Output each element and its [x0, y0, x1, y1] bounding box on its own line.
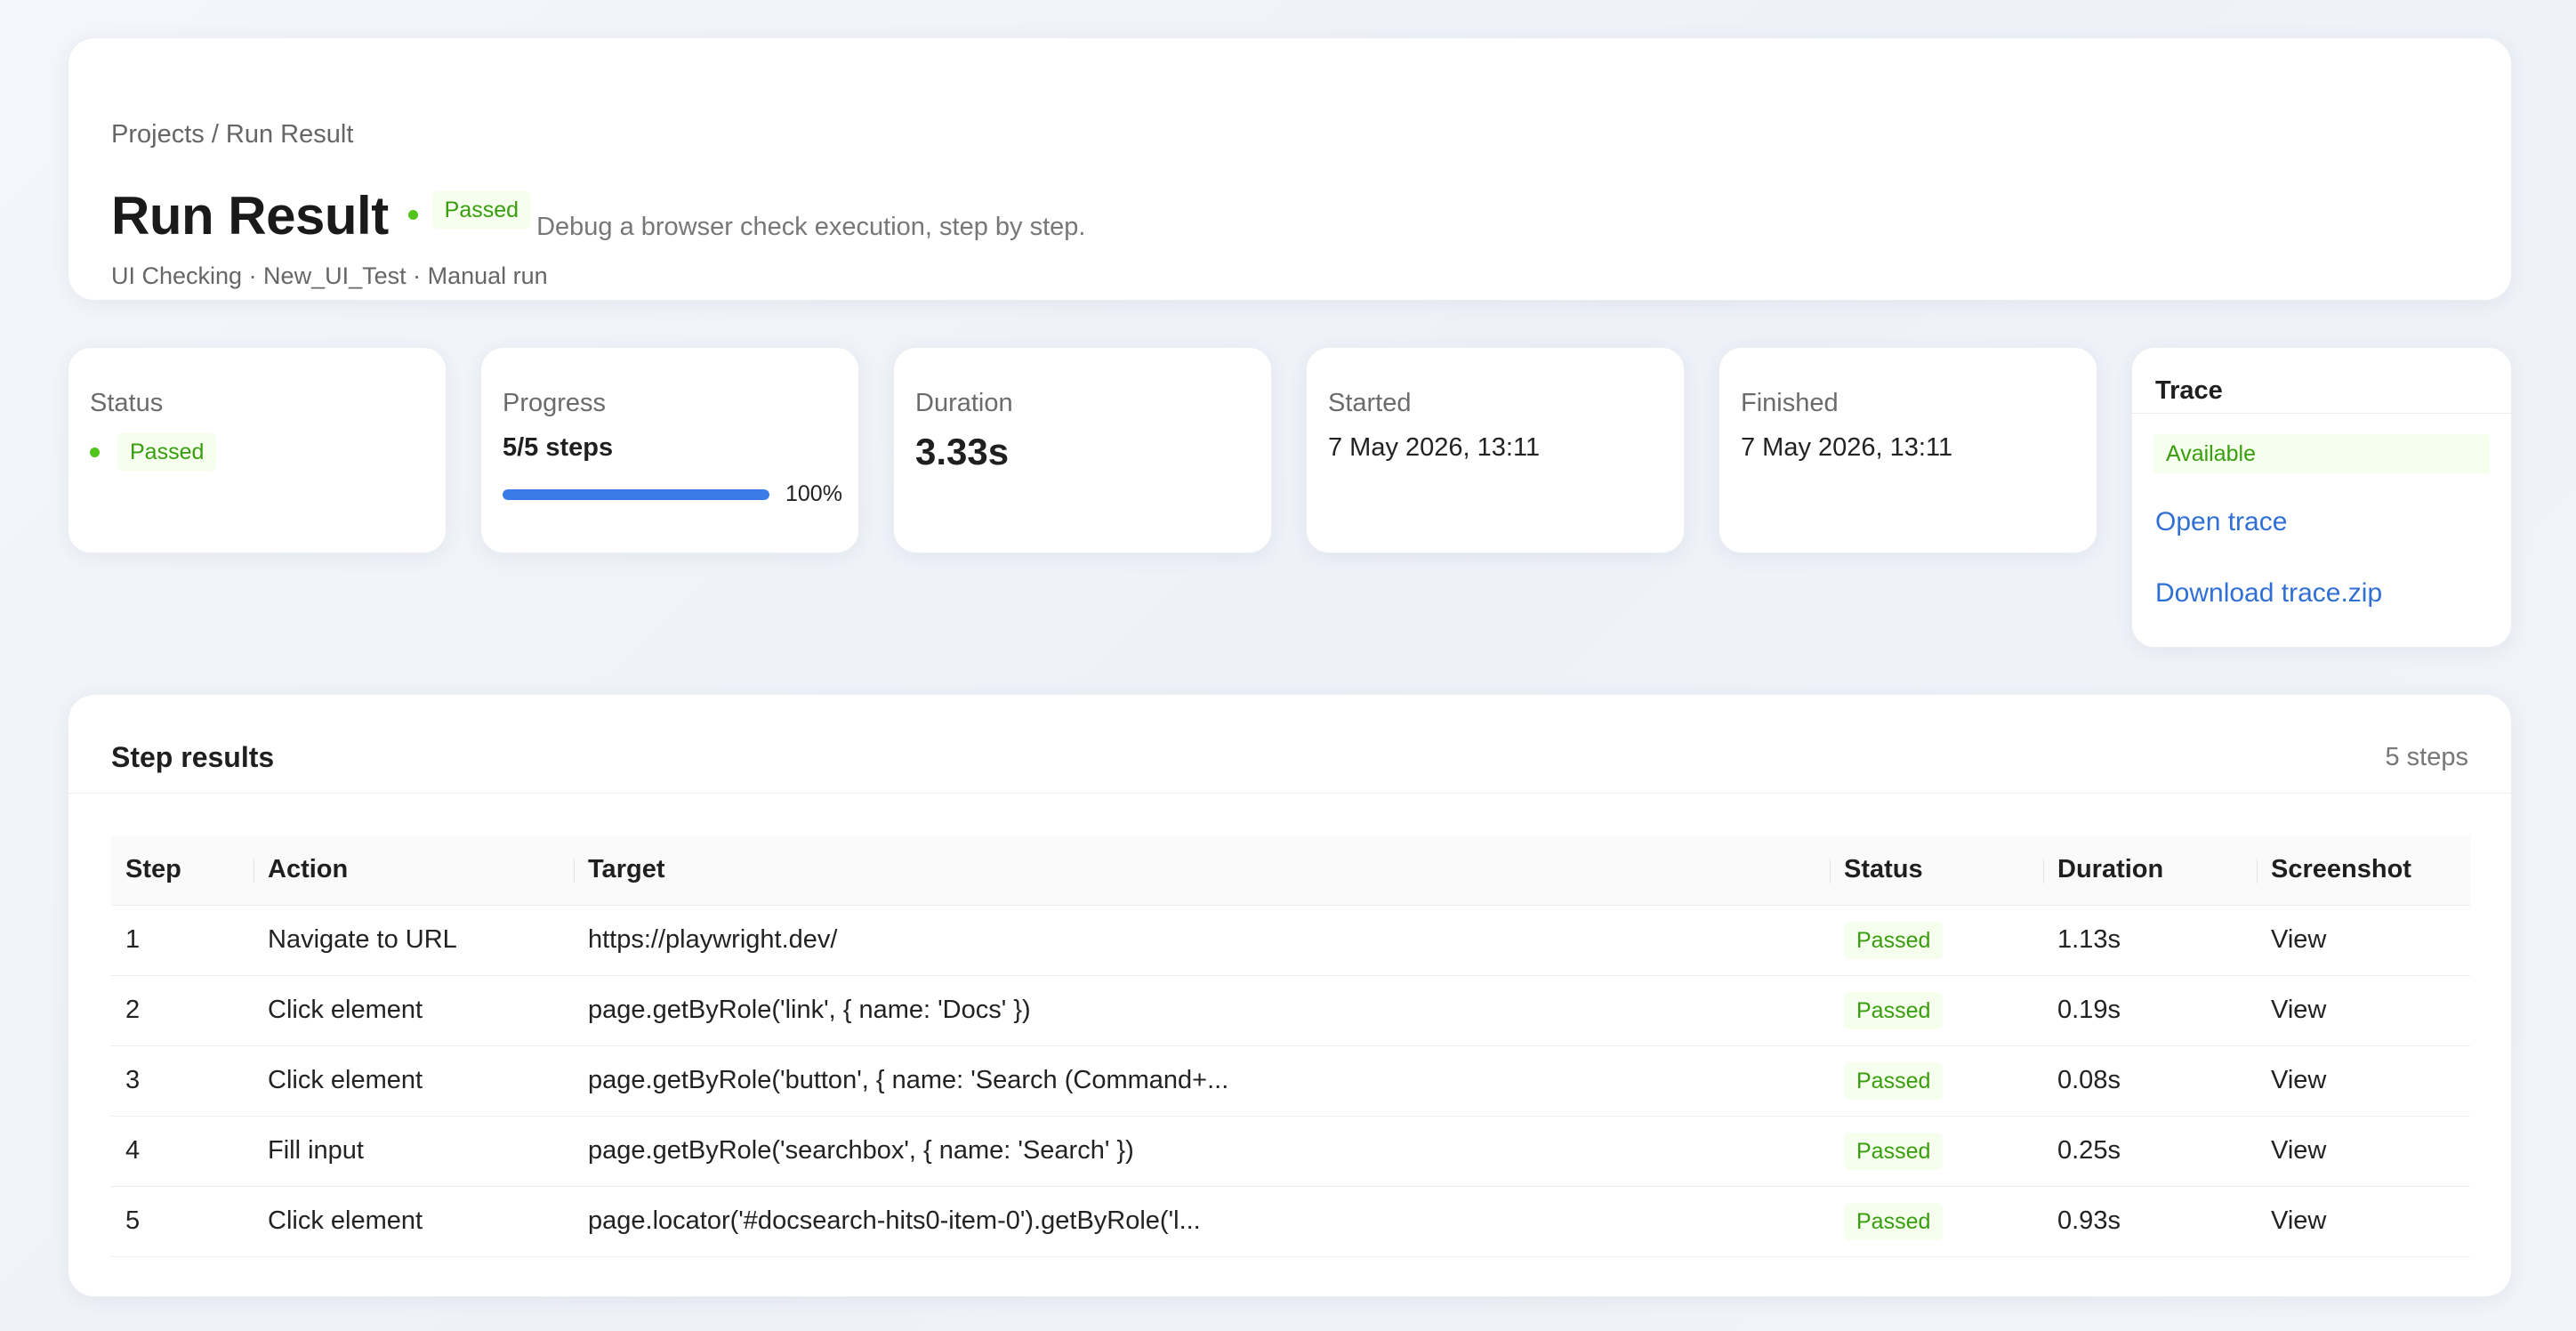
status-badge: Passed [1844, 1132, 1944, 1170]
progress-bar-fill [503, 488, 769, 500]
status-label: Status [90, 389, 164, 417]
status-badge: Passed [1844, 921, 1944, 959]
step-number: 2 [111, 975, 254, 1046]
finished-card: Finished 7 May 2026, 13:11 [1719, 347, 2097, 553]
status-row: Passed [90, 433, 217, 471]
trace-status-badge: Available [2153, 434, 2490, 473]
step-results-title: Step results [111, 741, 275, 773]
step-status-cell: Passed [1830, 905, 2043, 976]
column-header-step: Step [111, 835, 254, 906]
progress-value: 5/5 steps [503, 433, 614, 462]
step-results-divider [68, 793, 2511, 794]
column-header-target: Target [574, 835, 1830, 906]
table-row: 5 Click element page.locator('#docsearch… [111, 1186, 2470, 1257]
progress-label: Progress [503, 389, 607, 417]
step-duration: 0.19s [2043, 975, 2257, 1046]
step-target: page.getByRole('searchbox', { name: 'Sea… [574, 1116, 1830, 1187]
started-card: Started 7 May 2026, 13:11 [1306, 347, 1685, 553]
step-status-cell: Passed [1830, 1186, 2043, 1257]
status-badge: Passed [431, 191, 532, 229]
status-badge: Passed [1844, 1202, 1944, 1240]
status-dot-icon [90, 447, 100, 457]
trace-divider [2132, 413, 2511, 414]
duration-value: 3.33s [915, 431, 1010, 472]
step-results-table: Step Action Target Status Duration Scree… [111, 835, 2470, 1257]
step-number: 4 [111, 1116, 254, 1187]
step-duration: 0.93s [2043, 1186, 2257, 1257]
step-status-cell: Passed [1830, 1116, 2043, 1187]
table-header-row: Step Action Target Status Duration Scree… [111, 835, 2470, 906]
progress-card: Progress 5/5 steps 100% [480, 347, 859, 553]
download-trace-link[interactable]: Download trace.zip [2155, 580, 2382, 607]
view-screenshot-link[interactable]: View [2257, 1045, 2470, 1117]
started-label: Started [1328, 389, 1412, 417]
status-badge: Passed [1844, 1061, 1944, 1100]
started-value: 7 May 2026, 13:11 [1328, 433, 1541, 462]
table-row: 1 Navigate to URL https://playwright.dev… [111, 905, 2470, 976]
step-number: 1 [111, 905, 254, 976]
view-screenshot-link[interactable]: View [2257, 975, 2470, 1046]
status-dot-icon [407, 209, 418, 220]
view-screenshot-link[interactable]: View [2257, 1116, 2470, 1187]
finished-label: Finished [1741, 389, 1839, 417]
status-badge: Passed [117, 433, 217, 471]
page-title: Run Result [111, 186, 389, 246]
column-header-screenshot: Screenshot [2257, 835, 2470, 906]
trace-card: Trace Available Open trace Download trac… [2131, 347, 2512, 648]
status-badge: Passed [1844, 991, 1944, 1029]
step-action: Click element [254, 1186, 574, 1257]
duration-label: Duration [915, 389, 1013, 417]
view-screenshot-link[interactable]: View [2257, 1186, 2470, 1257]
progress-percent: 100% [785, 481, 842, 506]
step-duration: 0.08s [2043, 1045, 2257, 1117]
duration-card: Duration 3.33s [893, 347, 1272, 553]
step-action: Navigate to URL [254, 905, 574, 976]
table-row: 3 Click element page.getByRole('button',… [111, 1045, 2470, 1117]
run-meta: UI Checking · New_UI_Test · Manual run [111, 262, 548, 289]
progress-bar [503, 488, 769, 500]
step-target: page.locator('#docsearch-hits0-item-0').… [574, 1186, 1830, 1257]
trace-title: Trace [2155, 376, 2223, 405]
column-header-action: Action [254, 835, 574, 906]
step-target: page.getByRole('link', { name: 'Docs' }) [574, 975, 1830, 1046]
breadcrumb[interactable]: Projects / Run Result [111, 122, 353, 148]
step-number: 3 [111, 1045, 254, 1117]
progress-row: 100% [503, 481, 842, 507]
step-number: 5 [111, 1186, 254, 1257]
step-duration: 0.25s [2043, 1116, 2257, 1187]
open-trace-link[interactable]: Open trace [2155, 509, 2287, 536]
step-results-card: Step results 5 steps Step Action Target … [68, 694, 2512, 1297]
page-subtitle: Debug a browser check execution, step by… [536, 212, 1086, 241]
table-row: 2 Click element page.getByRole('link', {… [111, 975, 2470, 1046]
step-action: Fill input [254, 1116, 574, 1187]
header-card: Projects / Run Result Run Result Passed … [68, 37, 2512, 301]
title-row: Run Result Passed Debug a browser check … [111, 181, 1085, 252]
step-action: Click element [254, 1045, 574, 1117]
step-status-cell: Passed [1830, 1045, 2043, 1117]
column-header-duration: Duration [2043, 835, 2257, 906]
column-header-status: Status [1830, 835, 2043, 906]
step-target: page.getByRole('button', { name: 'Search… [574, 1045, 1830, 1117]
step-action: Click element [254, 975, 574, 1046]
step-duration: 1.13s [2043, 905, 2257, 976]
view-screenshot-link[interactable]: View [2257, 905, 2470, 976]
step-target: https://playwright.dev/ [574, 905, 1830, 976]
step-status-cell: Passed [1830, 975, 2043, 1046]
finished-value: 7 May 2026, 13:11 [1741, 433, 1953, 462]
table-row: 4 Fill input page.getByRole('searchbox',… [111, 1116, 2470, 1187]
step-count: 5 steps [2385, 743, 2469, 771]
status-card: Status Passed [68, 347, 447, 553]
